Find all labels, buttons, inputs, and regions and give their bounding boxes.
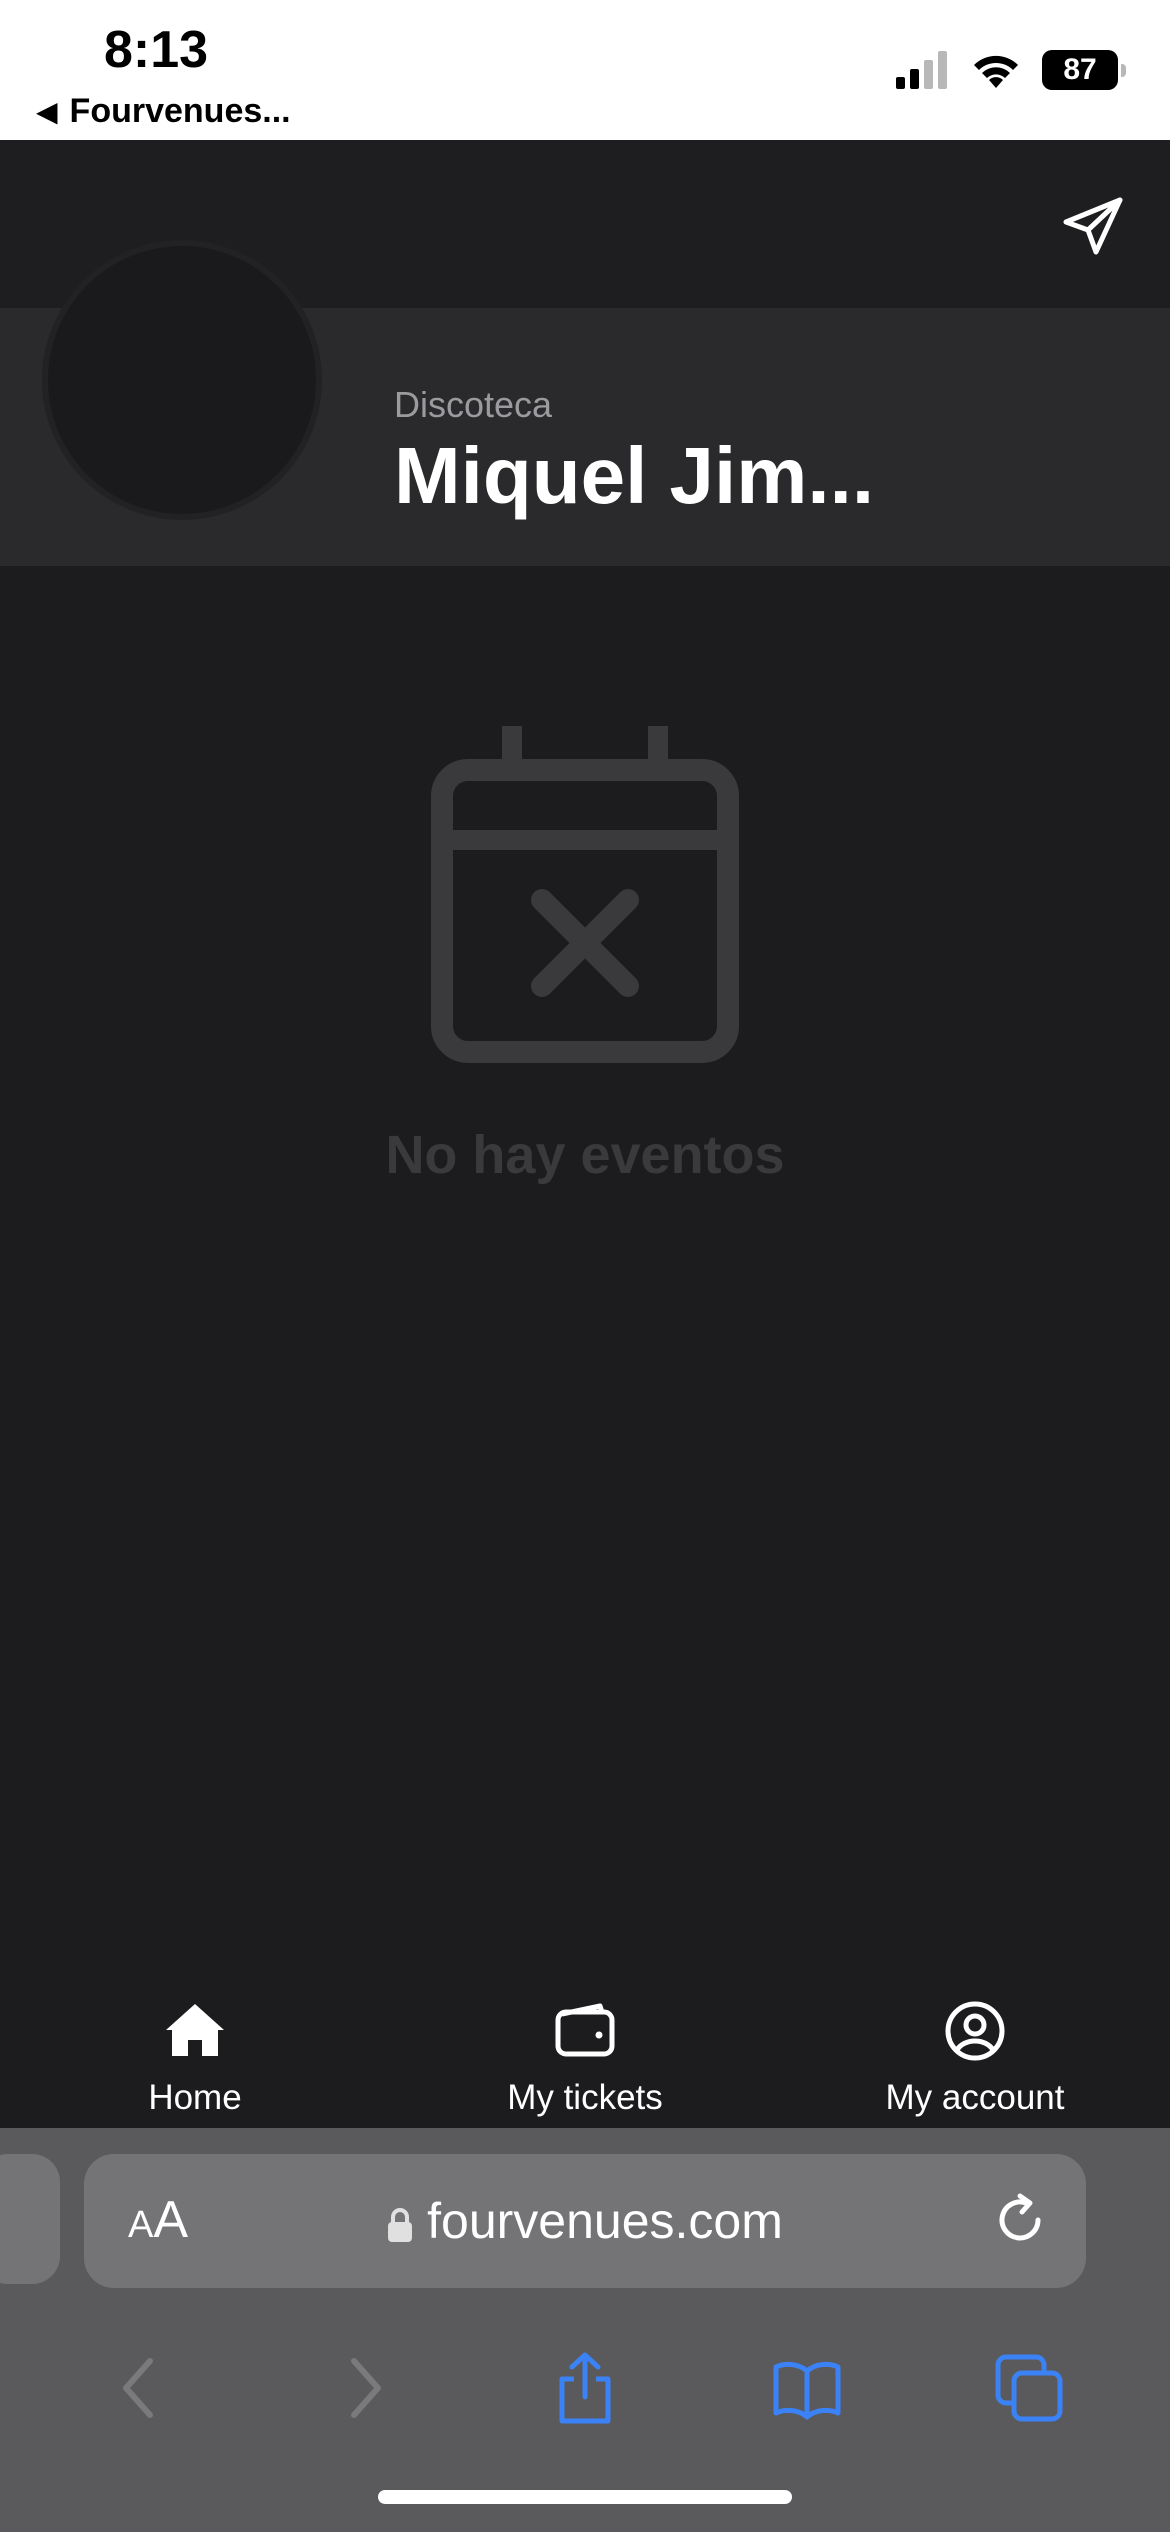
forward-arrow-icon[interactable] — [328, 2351, 398, 2425]
venue-name: Miquel Jim... — [394, 431, 875, 520]
nav-my-tickets-label: My tickets — [507, 2078, 663, 2117]
browser-chrome: AA fourvenues.com — [0, 2128, 1170, 2532]
address-bar[interactable]: AA fourvenues.com — [84, 2154, 1086, 2288]
account-icon — [945, 2001, 1005, 2061]
share-icon[interactable] — [550, 2351, 620, 2425]
wallet-icon — [555, 2003, 615, 2057]
browser-toolbar — [0, 2328, 1170, 2448]
previous-tab-preview[interactable] — [0, 2154, 60, 2284]
venue-type: Discoteca — [394, 384, 553, 425]
nav-home-label: Home — [148, 2078, 242, 2117]
bookmarks-icon[interactable] — [772, 2351, 842, 2425]
nav-my-account-label: My account — [885, 2078, 1065, 2117]
bottom-nav: Home My tickets My account — [0, 1976, 1170, 2128]
home-indicator — [378, 2490, 792, 2504]
back-arrow-icon[interactable] — [106, 2351, 176, 2425]
battery-icon: 87 — [1042, 50, 1126, 90]
reload-icon[interactable] — [992, 2192, 1048, 2248]
send-icon[interactable] — [1058, 190, 1130, 262]
nav-my-account[interactable]: My account — [780, 1976, 1170, 2128]
nav-home[interactable]: Home — [0, 1976, 390, 2128]
nav-my-tickets[interactable]: My tickets — [390, 1976, 780, 2128]
back-app-label: Fourvenues... — [69, 92, 291, 130]
lock-icon — [388, 2207, 413, 2242]
back-triangle-icon: ◀ — [36, 96, 58, 127]
status-indicators: 87 — [896, 50, 1126, 90]
status-time: 8:13 — [104, 21, 209, 79]
signal-icon — [896, 51, 947, 89]
calendar-x-icon — [431, 726, 739, 1063]
back-to-app-link[interactable]: ◀ Fourvenues... — [36, 92, 291, 131]
avatar — [42, 240, 322, 520]
url-text: fourvenues.com — [427, 2193, 783, 2249]
url-display[interactable]: fourvenues.com — [84, 2192, 1086, 2250]
wifi-icon — [974, 55, 1018, 88]
tabs-icon[interactable] — [994, 2351, 1064, 2425]
status-bar: 8:13 ◀ Fourvenues... 87 — [0, 0, 1170, 140]
empty-state-message: No hay eventos — [385, 1125, 785, 1185]
home-icon — [166, 2004, 224, 2056]
